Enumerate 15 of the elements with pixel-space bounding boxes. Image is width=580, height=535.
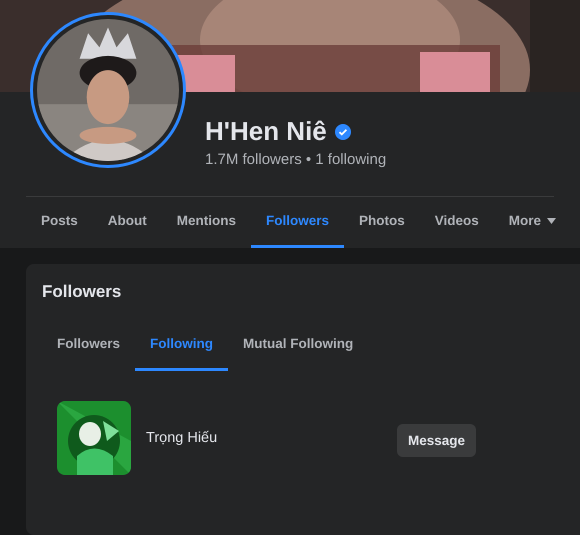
message-button[interactable]: Message: [397, 424, 476, 456]
profile-tab[interactable]: Photos: [344, 197, 420, 248]
followers-subtab[interactable]: Mutual Following: [228, 320, 368, 371]
follower-count: 1.7M followers • 1 following: [205, 151, 388, 168]
card-title: Followers: [42, 282, 122, 302]
followers-subtab[interactable]: Following: [135, 320, 228, 371]
profile-tab[interactable]: Posts: [26, 197, 93, 248]
profile-tab[interactable]: Mentions: [162, 197, 251, 248]
profile-tab[interactable]: Followers: [251, 197, 344, 248]
person-name[interactable]: Trọng Hiếu: [146, 430, 397, 446]
profile-tab[interactable]: About: [92, 197, 162, 248]
profile-tab[interactable]: Videos: [420, 197, 494, 248]
profile-tab[interactable]: More: [494, 197, 572, 248]
profile-name: H'Hen Niê: [205, 116, 327, 147]
followers-subtab[interactable]: Followers: [42, 320, 136, 371]
